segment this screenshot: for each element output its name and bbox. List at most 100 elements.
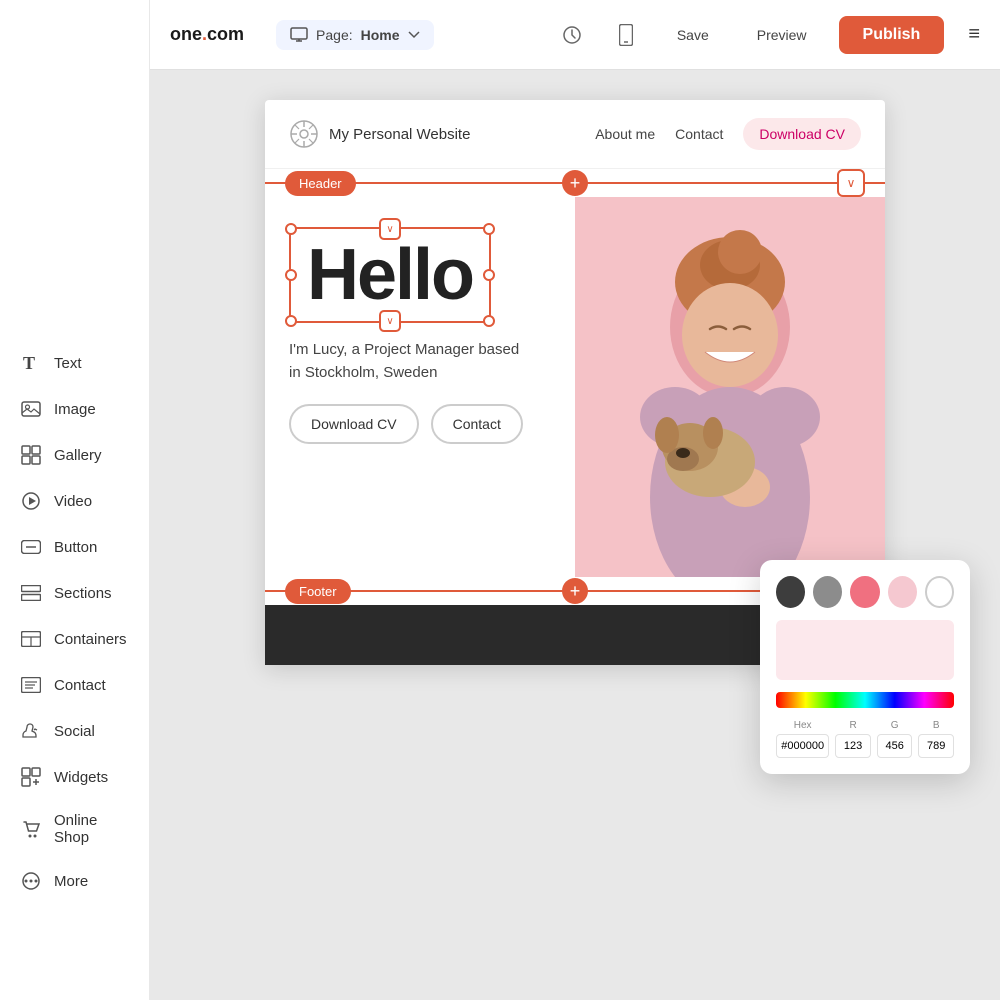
- sidebar-item-containers[interactable]: Containers: [0, 616, 149, 662]
- swatch-gray[interactable]: [813, 576, 842, 608]
- sidebar-item-online-shop[interactable]: Online Shop: [0, 800, 149, 858]
- handle-mr[interactable]: [483, 269, 495, 281]
- b-label: B: [918, 720, 954, 731]
- sidebar-label-widgets: Widgets: [54, 769, 108, 786]
- page-label: Page:: [316, 27, 353, 43]
- site-nav: My Personal Website About me Contact Dow…: [265, 100, 885, 169]
- g-input-group: G: [877, 720, 913, 758]
- video-icon: [20, 490, 42, 512]
- color-inputs: Hex R G B: [776, 720, 954, 758]
- sidebar-label-text: Text: [54, 355, 82, 372]
- publish-button[interactable]: Publish: [839, 16, 945, 54]
- site-title: My Personal Website: [329, 126, 470, 143]
- sidebar-item-social[interactable]: Social: [0, 708, 149, 754]
- sidebar-item-more[interactable]: More: [0, 858, 149, 904]
- handle-chevron-bottom[interactable]: ∨: [379, 310, 401, 332]
- header-section-marker: Header + ∨: [265, 169, 885, 197]
- hero-photo: [575, 197, 885, 577]
- svg-text:T: T: [23, 353, 35, 373]
- sidebar-item-video[interactable]: Video: [0, 478, 149, 524]
- handle-br[interactable]: [483, 315, 495, 327]
- sidebar-item-gallery[interactable]: Gallery: [0, 432, 149, 478]
- sidebar-item-widgets[interactable]: Widgets: [0, 754, 149, 800]
- site-logo-icon: [289, 119, 319, 149]
- sidebar-label-online-shop: Online Shop: [54, 812, 129, 846]
- b-input[interactable]: [918, 734, 954, 758]
- site-nav-links: About me Contact Download CV: [595, 118, 861, 150]
- containers-icon: [20, 628, 42, 650]
- hamburger-menu[interactable]: ≡: [968, 23, 980, 46]
- toolbar: one.com Page: Home: [150, 0, 1000, 70]
- b-input-group: B: [918, 720, 954, 758]
- swatch-white[interactable]: [925, 576, 954, 608]
- mobile-icon: [619, 24, 633, 46]
- brand-logo: one.com: [170, 24, 244, 45]
- swatch-pink[interactable]: [850, 576, 879, 608]
- r-label: R: [835, 720, 871, 731]
- swatch-dark[interactable]: [776, 576, 805, 608]
- color-preview: [776, 620, 954, 680]
- handle-ml[interactable]: [285, 269, 297, 281]
- button-icon: [20, 536, 42, 558]
- nav-link-contact[interactable]: Contact: [675, 126, 723, 142]
- online-shop-icon: [20, 818, 42, 840]
- text-icon: T: [20, 352, 42, 374]
- more-icon: [20, 870, 42, 892]
- sidebar: T Text Image Gallery: [0, 0, 150, 1000]
- chevron-down-icon: [408, 31, 420, 39]
- preview-button[interactable]: Preview: [741, 19, 823, 51]
- r-input[interactable]: [835, 734, 871, 758]
- history-button[interactable]: [553, 16, 591, 54]
- sidebar-label-video: Video: [54, 493, 92, 510]
- mobile-view-button[interactable]: [607, 16, 645, 54]
- header-add-button[interactable]: +: [562, 170, 588, 196]
- contact-button[interactable]: Contact: [431, 404, 523, 444]
- hex-input-group: Hex: [776, 720, 829, 758]
- page-name: Home: [361, 27, 400, 43]
- handle-bl[interactable]: [285, 315, 297, 327]
- sidebar-item-text[interactable]: T Text: [0, 340, 149, 386]
- handle-tl[interactable]: [285, 223, 297, 235]
- sidebar-item-sections[interactable]: Sections: [0, 570, 149, 616]
- main-area: one.com Page: Home: [150, 0, 1000, 1000]
- handle-chevron-top[interactable]: ∨: [379, 218, 401, 240]
- hero-buttons: Download CV Contact: [289, 404, 551, 444]
- sidebar-label-containers: Containers: [54, 631, 127, 648]
- hero-image-svg: [575, 197, 885, 577]
- widgets-icon: [20, 766, 42, 788]
- sidebar-item-button[interactable]: Button: [0, 524, 149, 570]
- hex-label: Hex: [776, 720, 829, 731]
- hero-description: I'm Lucy, a Project Manager based in Sto…: [289, 339, 551, 384]
- download-cv-button[interactable]: Download CV: [289, 404, 419, 444]
- hello-text-box[interactable]: ∨ ∨ Hello: [289, 227, 491, 323]
- r-input-group: R: [835, 720, 871, 758]
- handle-tr[interactable]: [483, 223, 495, 235]
- device-desktop-icon: [290, 26, 308, 44]
- sidebar-item-contact[interactable]: Contact: [0, 662, 149, 708]
- page-selector[interactable]: Page: Home: [276, 20, 434, 50]
- site-logo: My Personal Website: [289, 119, 470, 149]
- nav-cta-cv[interactable]: Download CV: [743, 118, 861, 150]
- header-chevron[interactable]: ∨: [837, 169, 865, 197]
- color-spectrum[interactable]: [776, 692, 954, 708]
- save-button[interactable]: Save: [661, 19, 725, 51]
- swatch-pink-light[interactable]: [888, 576, 917, 608]
- gallery-icon: [20, 444, 42, 466]
- sidebar-label-image: Image: [54, 401, 96, 418]
- contact-icon: [20, 674, 42, 696]
- hero-section: ∨ ∨ Hello I'm Lucy, a Project Manager ba…: [265, 197, 885, 577]
- sidebar-label-contact: Contact: [54, 677, 106, 694]
- color-picker: Hex R G B: [760, 560, 970, 774]
- footer-add-button[interactable]: +: [562, 578, 588, 604]
- header-label[interactable]: Header: [285, 171, 356, 196]
- color-swatches: [776, 576, 954, 608]
- sidebar-item-image[interactable]: Image: [0, 386, 149, 432]
- social-icon: [20, 720, 42, 742]
- sections-icon: [20, 582, 42, 604]
- g-input[interactable]: [877, 734, 913, 758]
- hex-input[interactable]: [776, 734, 829, 758]
- canvas-area: My Personal Website About me Contact Dow…: [150, 70, 1000, 1000]
- image-icon: [20, 398, 42, 420]
- footer-label[interactable]: Footer: [285, 579, 351, 604]
- nav-link-about[interactable]: About me: [595, 126, 655, 142]
